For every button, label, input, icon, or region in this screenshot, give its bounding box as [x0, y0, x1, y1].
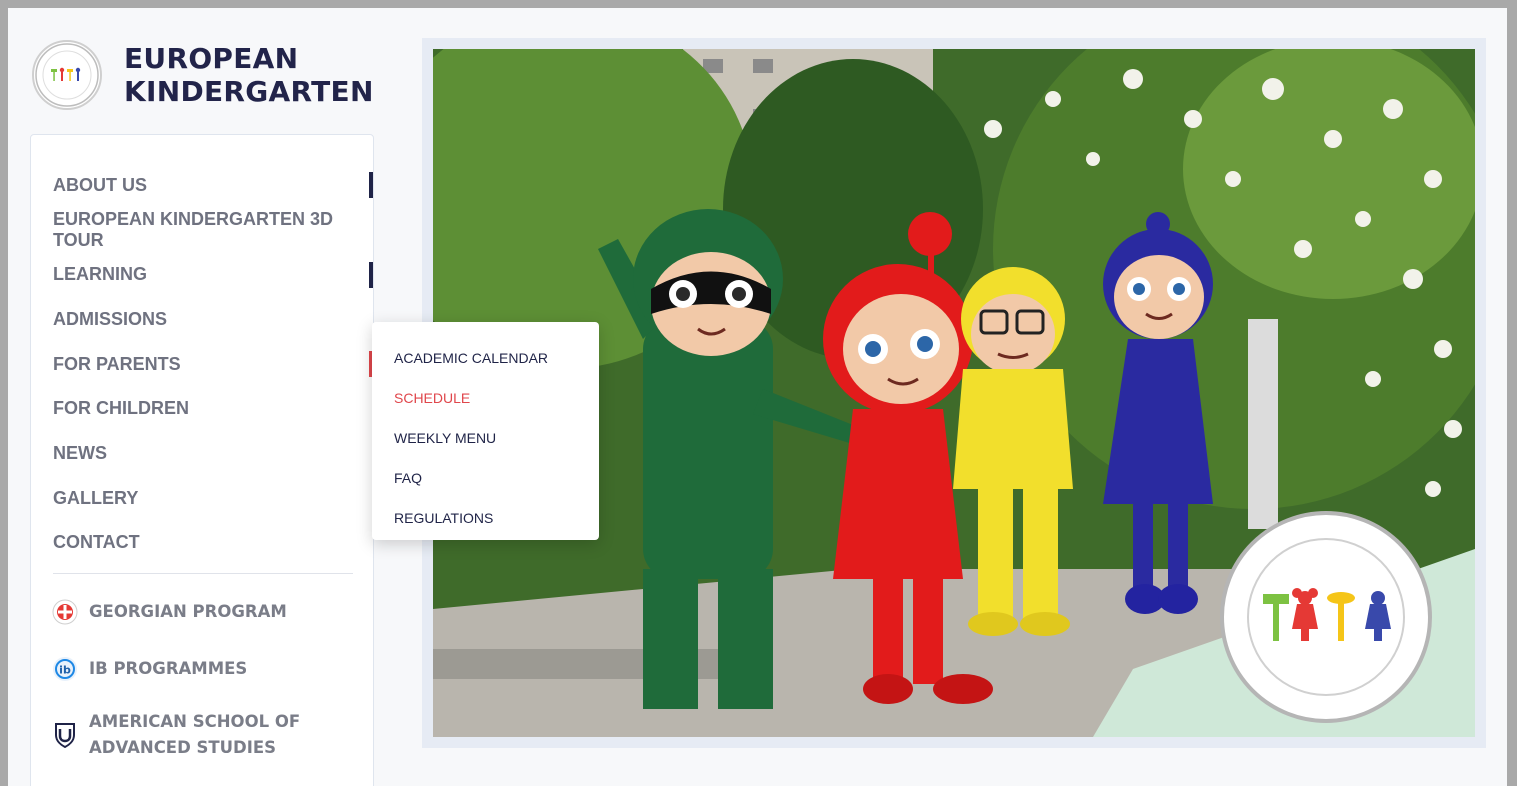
brand-line-2: KINDERGARTEN	[124, 75, 374, 108]
sidebar-divider	[53, 573, 353, 574]
page: EUROPEAN KINDERGARTEN ABOUT US EUROPEAN …	[8, 8, 1507, 786]
nav-item-contact[interactable]: CONTACT	[53, 521, 353, 566]
program-label: AMERICAN SCHOOL OF ADVANCED STUDIES	[89, 709, 300, 761]
program-link-ib[interactable]: ib IB PROGRAMMES	[51, 654, 351, 684]
dropdown-item-academic-calendar[interactable]: ACADEMIC CALENDAR	[372, 338, 599, 378]
nav-item-admissions[interactable]: ADMISSIONS	[53, 297, 353, 342]
dropdown-item-schedule[interactable]: SCHEDULE	[372, 378, 599, 418]
nav-item-label: ADMISSIONS	[53, 308, 168, 329]
nav-item-label: FOR PARENTS	[53, 353, 181, 374]
ib-icon: ib	[51, 655, 79, 683]
program-link-georgian[interactable]: GEORGIAN PROGRAM	[51, 597, 351, 627]
nav-item-for-children[interactable]: FOR CHILDREN	[53, 386, 353, 431]
program-label: IB PROGRAMMES	[89, 659, 248, 678]
dropdown-item-faq[interactable]: FAQ	[372, 458, 599, 498]
nav-item-label: EUROPEAN KINDERGARTEN 3D TOUR	[53, 209, 334, 251]
nav-item-3d-tour[interactable]: EUROPEAN KINDERGARTEN 3D TOUR	[53, 208, 353, 253]
nav-item-gallery[interactable]: GALLERY	[53, 476, 353, 521]
nav-item-marker	[369, 172, 373, 199]
main-nav: ABOUT US EUROPEAN KINDERGARTEN 3D TOUR L…	[53, 163, 373, 566]
for-parents-dropdown: ACADEMIC CALENDAR SCHEDULE WEEKLY MENU F…	[372, 322, 599, 540]
nav-item-for-parents[interactable]: FOR PARENTS	[53, 342, 373, 387]
nav-item-label: CONTACT	[53, 532, 140, 553]
nav-item-label: GALLERY	[53, 487, 139, 508]
program-links: GEORGIAN PROGRAM ib IB PROGRAMMES AMERIC…	[51, 597, 351, 762]
nav-item-learning[interactable]: LEARNING	[53, 252, 373, 297]
brand-line-1: EUROPEAN	[124, 42, 299, 75]
kindergarten-logo[interactable]	[32, 40, 102, 110]
nav-item-label: ABOUT US	[53, 174, 147, 195]
nav-item-label: FOR CHILDREN	[53, 398, 189, 419]
nav-item-label: LEARNING	[53, 264, 147, 285]
program-link-american-school[interactable]: AMERICAN SCHOOL OF ADVANCED STUDIES	[51, 708, 351, 762]
brand-title[interactable]: EUROPEAN KINDERGARTEN	[124, 42, 374, 108]
program-label-line-2: ADVANCED STUDIES	[89, 738, 277, 757]
logo-badge-icon	[35, 43, 99, 107]
dropdown-item-regulations[interactable]: REGULATIONS	[372, 498, 599, 538]
nav-item-about-us[interactable]: ABOUT US	[53, 163, 373, 208]
nav-item-marker	[369, 261, 373, 288]
georgian-program-icon	[51, 598, 79, 626]
program-label: GEORGIAN PROGRAM	[89, 602, 287, 621]
svg-text:ib: ib	[59, 664, 71, 677]
nav-item-news[interactable]: NEWS	[53, 431, 353, 476]
shield-icon	[51, 721, 79, 749]
nav-item-label: NEWS	[53, 442, 107, 463]
sidebar: ABOUT US EUROPEAN KINDERGARTEN 3D TOUR L…	[30, 134, 374, 786]
dropdown-item-weekly-menu[interactable]: WEEKLY MENU	[372, 418, 599, 458]
program-label-line-1: AMERICAN SCHOOL OF	[89, 712, 301, 731]
